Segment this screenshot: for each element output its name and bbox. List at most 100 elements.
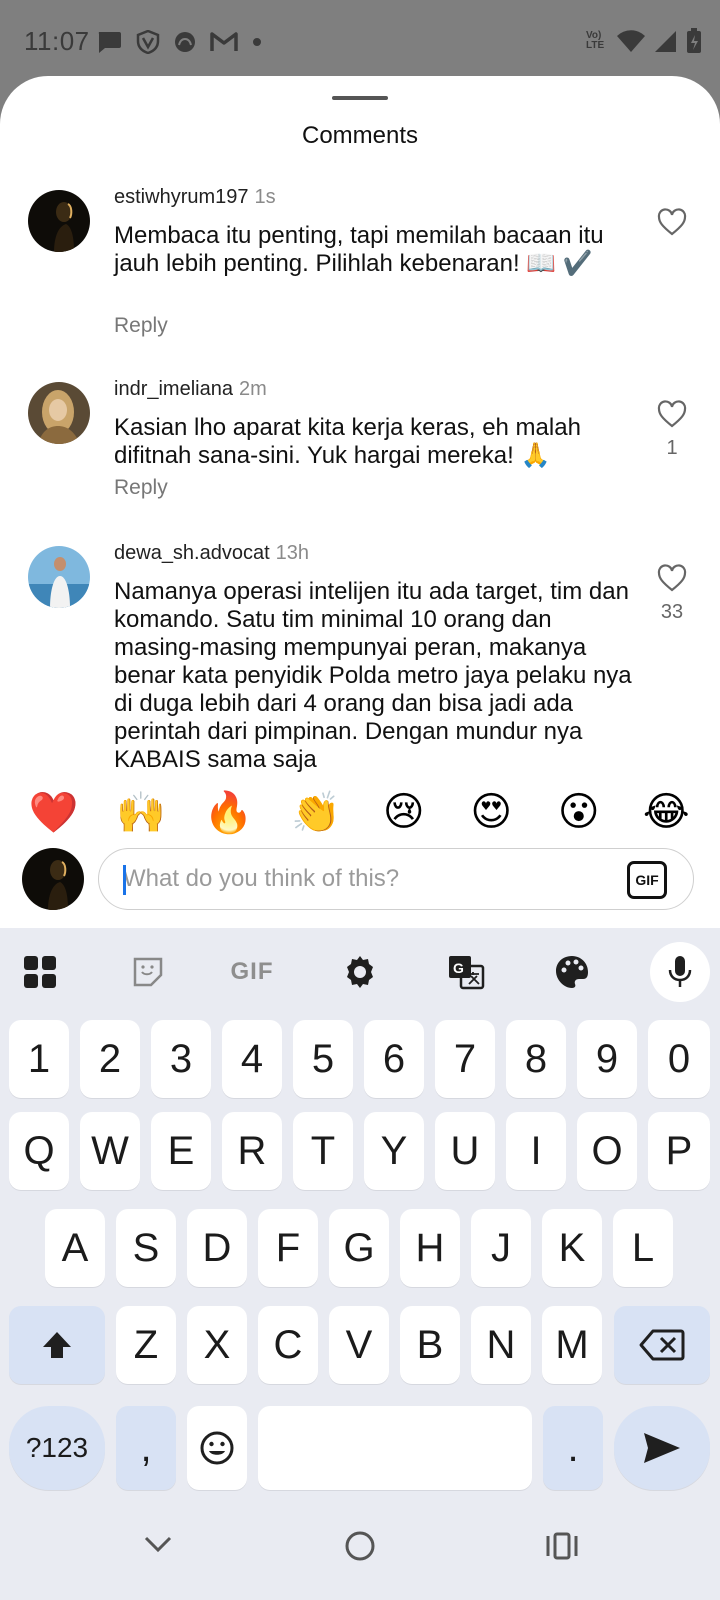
key-j[interactable]: J xyxy=(471,1209,531,1287)
send-icon[interactable] xyxy=(642,1431,682,1465)
palette-icon[interactable] xyxy=(554,954,590,990)
key-x[interactable]: X xyxy=(187,1306,247,1384)
comment-input[interactable] xyxy=(123,861,593,897)
emoji-heart[interactable]: ❤️ xyxy=(24,789,84,836)
key-0[interactable]: 0 xyxy=(648,1020,710,1098)
key-z[interactable]: Z xyxy=(116,1306,176,1384)
apps-grid-button[interactable] xyxy=(10,942,70,1002)
comment-input-box[interactable]: GIF xyxy=(98,848,694,910)
key-q[interactable]: Q xyxy=(9,1112,69,1190)
recents-button[interactable] xyxy=(542,1526,582,1566)
smiley-icon[interactable] xyxy=(199,1430,235,1466)
comment-username-text[interactable]: estiwhyrum197 xyxy=(114,186,249,208)
comment-username-text[interactable]: dewa_sh.advocat xyxy=(114,542,270,564)
keyboard-gif-label[interactable]: GIF xyxy=(231,958,274,986)
key-s[interactable]: S xyxy=(116,1209,176,1287)
key-l[interactable]: L xyxy=(613,1209,673,1287)
like-button[interactable]: 1 xyxy=(652,400,692,460)
key-f[interactable]: F xyxy=(258,1209,318,1287)
key-3[interactable]: 3 xyxy=(151,1020,211,1098)
key-n[interactable]: N xyxy=(471,1306,531,1384)
key-1[interactable]: 1 xyxy=(9,1020,69,1098)
gear-icon[interactable] xyxy=(342,954,378,990)
key-g[interactable]: G xyxy=(329,1209,389,1287)
emoji-key[interactable] xyxy=(187,1406,247,1490)
chevron-down-icon[interactable] xyxy=(138,1526,178,1566)
avatar[interactable] xyxy=(28,190,90,252)
send-key[interactable] xyxy=(614,1406,710,1490)
emoji-laughing[interactable]: 😂 xyxy=(636,789,696,835)
key-d[interactable]: D xyxy=(187,1209,247,1287)
key-h[interactable]: H xyxy=(400,1209,460,1287)
emoji-clap[interactable]: 👏 xyxy=(286,789,346,836)
emoji-raised-hands[interactable]: 🙌 xyxy=(111,789,171,836)
comment-username[interactable]: dewa_sh.advocat 13h xyxy=(114,542,309,565)
key-c[interactable]: C xyxy=(258,1306,318,1384)
back-button[interactable] xyxy=(138,1526,178,1566)
sheet-drag-handle[interactable] xyxy=(332,96,388,100)
avatar[interactable] xyxy=(28,546,90,608)
emoji-surprised[interactable]: 😮 xyxy=(549,789,609,835)
home-button[interactable] xyxy=(340,1526,380,1566)
key-8[interactable]: 8 xyxy=(506,1020,566,1098)
shift-key[interactable] xyxy=(9,1306,105,1384)
key-w[interactable]: W xyxy=(80,1112,140,1190)
key-v[interactable]: V xyxy=(329,1306,389,1384)
status-bar: 11:07 Vo) LTE xyxy=(0,0,720,80)
heart-icon[interactable] xyxy=(657,400,687,428)
key-5[interactable]: 5 xyxy=(293,1020,353,1098)
key-e[interactable]: E xyxy=(151,1112,211,1190)
emoji-crying[interactable]: 😢 xyxy=(374,789,434,835)
like-button[interactable] xyxy=(652,208,692,245)
period-key[interactable]: . xyxy=(543,1406,603,1490)
sticker-button[interactable] xyxy=(118,942,178,1002)
key-t[interactable]: T xyxy=(293,1112,353,1190)
settings-button[interactable] xyxy=(330,942,390,1002)
key-a[interactable]: A xyxy=(45,1209,105,1287)
emoji-heart-eyes[interactable]: 😍 xyxy=(461,789,521,835)
reply-button[interactable]: Reply xyxy=(114,476,168,500)
heart-icon[interactable] xyxy=(657,208,687,236)
comment-username[interactable]: indr_imeliana 2m xyxy=(114,378,267,401)
translate-icon[interactable]: G xyxy=(447,954,485,990)
recents-icon[interactable] xyxy=(542,1526,582,1566)
key-i[interactable]: I xyxy=(506,1112,566,1190)
backspace-icon[interactable] xyxy=(639,1329,685,1361)
key-y[interactable]: Y xyxy=(364,1112,424,1190)
sticker-icon[interactable] xyxy=(131,955,165,989)
reply-button[interactable]: Reply xyxy=(114,314,168,338)
translate-button[interactable]: G xyxy=(436,942,496,1002)
space-key[interactable] xyxy=(258,1406,532,1490)
voice-input-button[interactable] xyxy=(650,942,710,1002)
key-o[interactable]: O xyxy=(577,1112,637,1190)
backspace-key[interactable] xyxy=(614,1306,710,1384)
key-b[interactable]: B xyxy=(400,1306,460,1384)
key-7[interactable]: 7 xyxy=(435,1020,495,1098)
key-r[interactable]: R xyxy=(222,1112,282,1190)
keyboard-gif-button[interactable]: GIF xyxy=(222,942,282,1002)
comment-username[interactable]: estiwhyrum197 1s xyxy=(114,186,276,209)
theme-button[interactable] xyxy=(542,942,602,1002)
key-6[interactable]: 6 xyxy=(364,1020,424,1098)
key-m[interactable]: M xyxy=(542,1306,602,1384)
comment-username-text[interactable]: indr_imeliana xyxy=(114,378,233,400)
key-u[interactable]: U xyxy=(435,1112,495,1190)
app-notification-icon xyxy=(175,32,195,52)
avatar[interactable] xyxy=(28,382,90,444)
comma-key[interactable]: , xyxy=(116,1406,176,1490)
gif-button[interactable]: GIF xyxy=(627,861,667,899)
home-circle-icon[interactable] xyxy=(340,1526,380,1566)
key-9[interactable]: 9 xyxy=(577,1020,637,1098)
like-button[interactable]: 33 xyxy=(652,564,692,624)
key-p[interactable]: P xyxy=(648,1112,710,1190)
emoji-fire[interactable]: 🔥 xyxy=(199,789,259,836)
key-k[interactable]: K xyxy=(542,1209,602,1287)
apps-grid-icon[interactable] xyxy=(22,954,58,990)
key-4[interactable]: 4 xyxy=(222,1020,282,1098)
heart-icon[interactable] xyxy=(657,564,687,592)
symbols-key[interactable]: ?123 xyxy=(9,1406,105,1490)
keyboard-toolbar: GIF G xyxy=(0,928,720,1008)
key-2[interactable]: 2 xyxy=(80,1020,140,1098)
microphone-icon[interactable] xyxy=(667,954,693,990)
shift-icon[interactable] xyxy=(41,1330,73,1360)
